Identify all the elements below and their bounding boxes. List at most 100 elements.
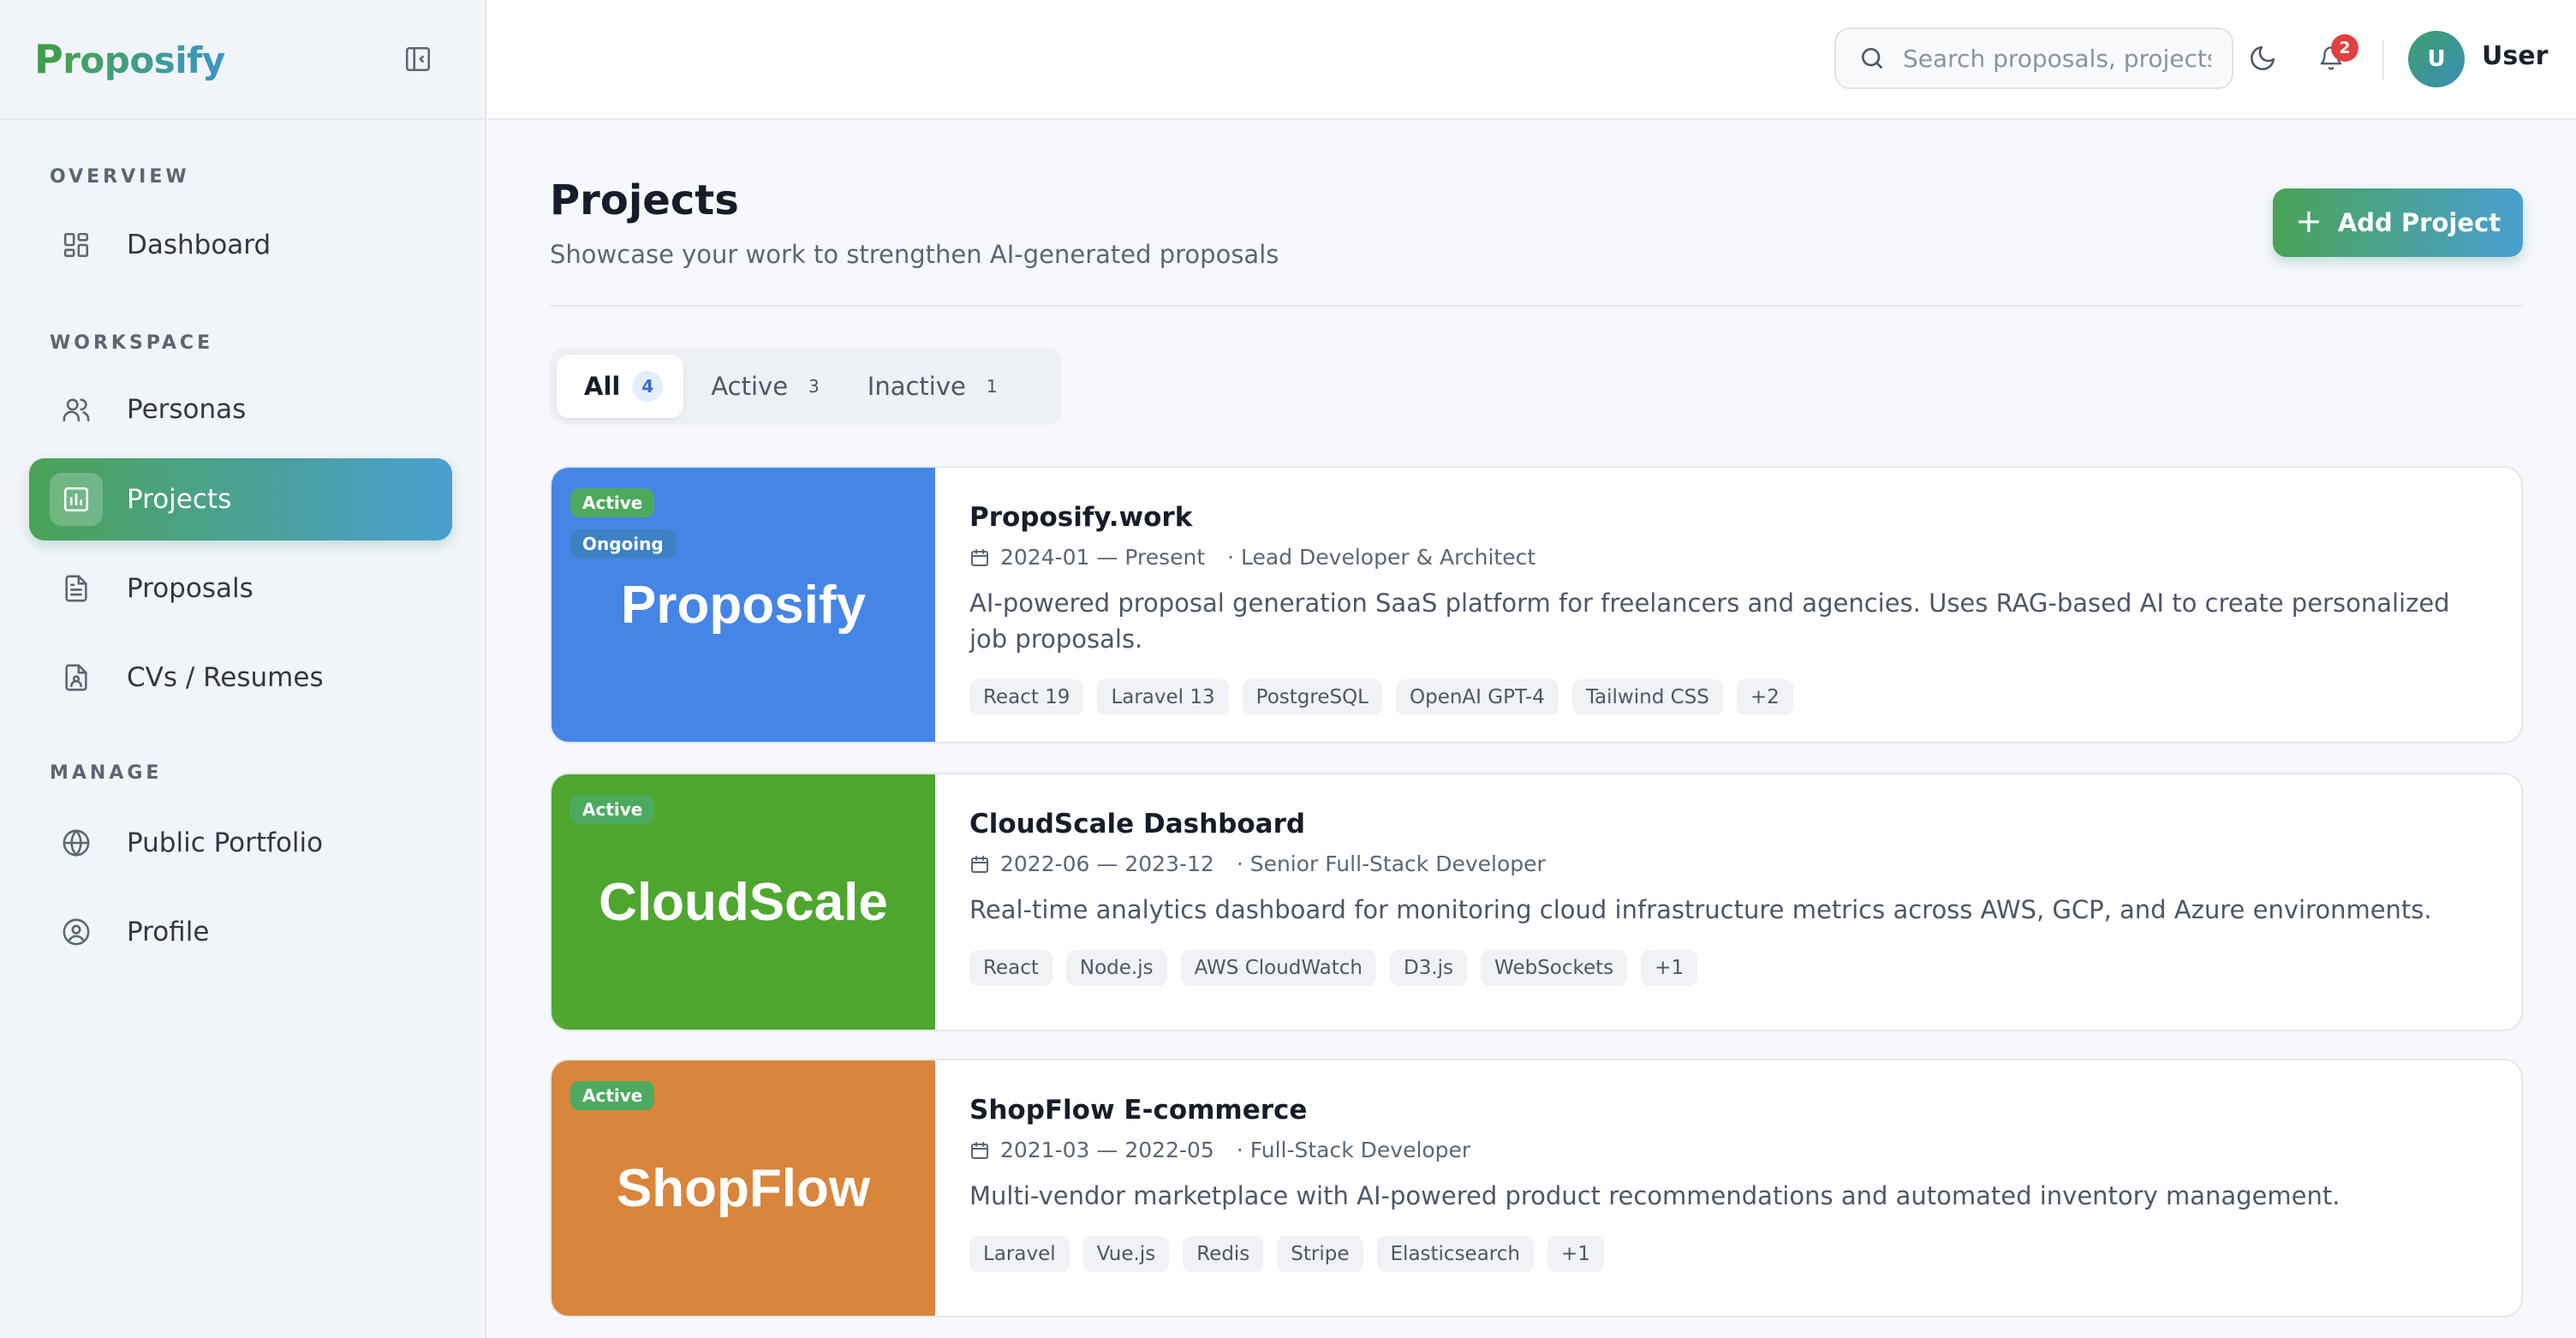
tech-tag: AWS CloudWatch — [1180, 950, 1377, 986]
calendar-icon — [971, 1141, 988, 1159]
tech-tags: Laravel Vue.js Redis Stripe Elasticsearc… — [969, 1236, 2494, 1272]
tech-tag: Stripe — [1277, 1236, 1363, 1272]
project-thumbnail: Active Ongoing Proposify — [552, 468, 935, 742]
sidebar-item-public-portfolio[interactable]: Public Portfolio — [29, 802, 452, 884]
tech-tag: React 19 — [969, 679, 1084, 715]
top-bar: 2 U User — [488, 0, 2576, 120]
project-card-proposify[interactable]: Active Ongoing Proposify Proposify.work … — [550, 466, 2523, 744]
project-description: Multi-vendor marketplace with AI-powered… — [969, 1181, 2340, 1210]
user-name[interactable]: User — [2482, 41, 2548, 71]
user-circle-icon — [50, 905, 103, 959]
ongoing-badge: Ongoing — [570, 529, 676, 558]
tab-all[interactable]: All 4 — [557, 355, 684, 418]
sidebar-item-label: Public Portfolio — [127, 827, 324, 858]
project-meta: 2024-01 — Present · Lead Developer & Arc… — [969, 545, 2494, 570]
tab-inactive[interactable]: Inactive 1 — [840, 355, 1018, 418]
status-badge: Active — [570, 795, 655, 824]
tech-tag: Vue.js — [1082, 1236, 1170, 1272]
tab-label: Inactive — [867, 372, 966, 401]
project-thumbnail: Active CloudScale — [552, 774, 935, 1030]
project-description: AI-powered proposal generation SaaS plat… — [969, 588, 2450, 654]
app-logo[interactable]: Proposify — [34, 36, 225, 82]
file-user-icon — [50, 651, 103, 704]
file-text-icon — [50, 562, 103, 615]
sidebar-item-dashboard[interactable]: Dashboard — [29, 204, 452, 286]
tech-tag: WebSockets — [1481, 950, 1628, 986]
tab-count: 1 — [986, 376, 998, 397]
status-badge: Active — [570, 488, 655, 517]
project-meta: 2022-06 — 2023-12 · Senior Full-Stack De… — [969, 851, 2494, 876]
calendar-icon — [971, 855, 988, 873]
project-role: · Senior Full-Stack Developer — [1236, 851, 1546, 876]
logo-initial: P — [34, 36, 63, 82]
sidebar: Proposify OVERVIEW Dashboard WORKSPACE P… — [0, 0, 486, 1338]
more-tags: +1 — [1547, 1236, 1604, 1272]
tech-tag: Tailwind CSS — [1571, 679, 1723, 715]
filter-tabs: All 4 Active 3 Inactive 1 — [550, 348, 1062, 425]
tech-tag: React — [969, 950, 1052, 986]
tech-tag: Node.js — [1065, 950, 1167, 986]
panel-collapse-icon — [405, 46, 431, 72]
grid-icon — [50, 218, 103, 272]
sidebar-item-label: Proposals — [127, 573, 253, 604]
sidebar-item-label: Personas — [127, 394, 247, 425]
sidebar-item-cvs-resumes[interactable]: CVs / Resumes — [29, 636, 452, 719]
moon-icon — [2251, 45, 2275, 70]
tab-count: 3 — [808, 376, 820, 397]
project-thumbnail: Active ShopFlow — [552, 1060, 935, 1316]
project-brand-text: CloudScale — [599, 872, 888, 932]
sidebar-item-profile[interactable]: Profile — [29, 891, 452, 973]
plus-icon: + — [2294, 202, 2323, 240]
sidebar-item-projects[interactable]: Projects — [29, 458, 452, 541]
tech-tag: PostgreSQL — [1242, 679, 1382, 715]
tech-tag: Laravel — [969, 1236, 1070, 1272]
tech-tag: Laravel 13 — [1097, 679, 1229, 715]
project-card-body: Proposify.work 2024-01 — Present · Lead … — [935, 468, 2521, 742]
project-brand-text: Proposify — [621, 575, 866, 635]
project-card-cloudscale[interactable]: Active CloudScale CloudScale Dashboard 2… — [550, 773, 2523, 1031]
notification-count-badge: 2 — [2331, 34, 2358, 62]
logo-text: roposify — [63, 39, 225, 81]
sidebar-item-label: Dashboard — [127, 230, 271, 260]
search-box[interactable] — [1834, 27, 2233, 89]
project-dates: 2024-01 — Present — [1000, 545, 1206, 570]
add-project-button[interactable]: + Add Project — [2273, 188, 2523, 257]
page-subtitle: Showcase your work to strengthen AI-gene… — [550, 240, 1279, 269]
add-project-label: Add Project — [2337, 208, 2501, 237]
tab-active[interactable]: Active 3 — [683, 355, 839, 418]
more-tags: +2 — [1736, 679, 1793, 715]
calendar-icon — [971, 548, 988, 566]
search-input[interactable] — [1903, 44, 2211, 73]
project-dates: 2021-03 — 2022-05 — [1000, 1138, 1214, 1162]
project-card-body: CloudScale Dashboard 2022-06 — 2023-12 ·… — [935, 774, 2521, 1030]
header-divider — [2382, 39, 2384, 81]
sidebar-item-personas[interactable]: Personas — [29, 368, 452, 451]
sidebar-item-proposals[interactable]: Proposals — [29, 547, 452, 630]
search-icon — [1862, 48, 1882, 69]
globe-icon — [50, 816, 103, 869]
tech-tag: OpenAI GPT-4 — [1395, 679, 1559, 715]
project-brand-text: ShopFlow — [616, 1158, 871, 1218]
page-title: Projects — [550, 176, 739, 224]
sidebar-item-label: CVs / Resumes — [127, 662, 324, 693]
theme-toggle-button[interactable] — [2237, 33, 2288, 84]
project-description: Real-time analytics dashboard for monito… — [969, 895, 2432, 924]
users-icon — [50, 383, 103, 436]
sidebar-item-label: Profile — [127, 917, 210, 947]
section-title-workspace: WORKSPACE — [50, 332, 214, 354]
project-card-shopflow[interactable]: Active ShopFlow ShopFlow E-commerce 2021… — [550, 1059, 2523, 1317]
sidebar-item-label: Projects — [127, 484, 232, 515]
collapse-sidebar-button[interactable] — [399, 40, 437, 78]
avatar[interactable]: U — [2408, 31, 2465, 87]
tech-tags: React 19 Laravel 13 PostgreSQL OpenAI GP… — [969, 679, 2494, 715]
tech-tag: Redis — [1183, 1236, 1264, 1272]
project-role: · Full-Stack Developer — [1236, 1138, 1471, 1162]
section-title-overview: OVERVIEW — [50, 166, 190, 188]
tab-label: Active — [711, 372, 789, 401]
section-title-manage: MANAGE — [50, 762, 163, 784]
more-tags: +1 — [1641, 950, 1698, 986]
notifications-button[interactable]: 2 — [2305, 33, 2358, 84]
project-title: ShopFlow E-commerce — [969, 1095, 1308, 1126]
tab-count: 4 — [632, 371, 664, 402]
status-badge: Active — [570, 1081, 655, 1110]
